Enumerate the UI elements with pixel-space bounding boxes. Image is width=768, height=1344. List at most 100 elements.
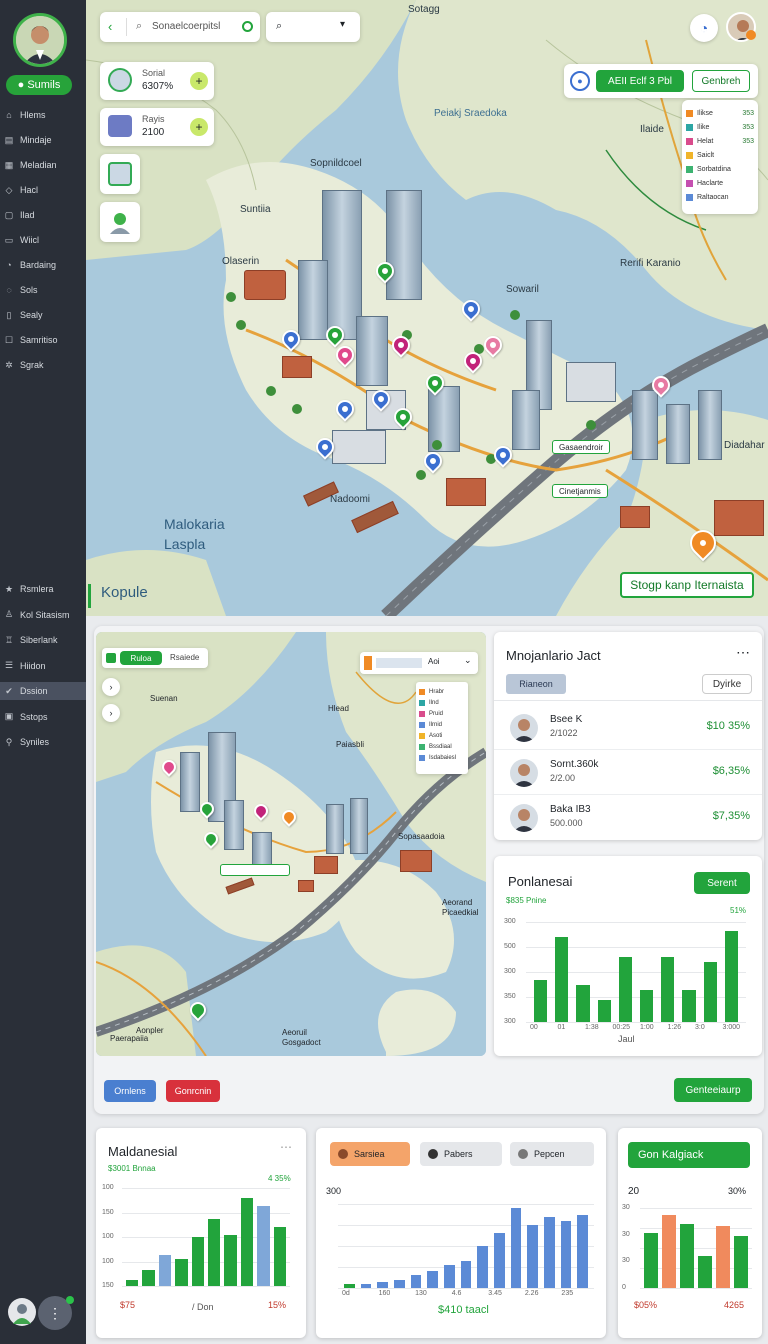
contact-button[interactable] — [100, 154, 140, 194]
zoom-button[interactable]: › — [102, 678, 120, 696]
chart-bar[interactable] — [494, 1233, 505, 1288]
chart-bar[interactable] — [410, 1275, 422, 1288]
search-bar[interactable]: ‹ ⌕ Sonaelcoerpitsl — [100, 12, 260, 42]
sidebar-item[interactable]: ▤ Mindaje — [4, 131, 82, 149]
chart-bar[interactable] — [597, 1000, 611, 1022]
help-avatar[interactable] — [8, 1298, 36, 1326]
add-icon[interactable]: + — [190, 72, 208, 90]
sidebar-item[interactable]: ▭ Wiicl — [4, 231, 82, 249]
chart-bar[interactable] — [477, 1246, 488, 1288]
chevron-down-icon[interactable]: ⌄ — [464, 655, 472, 666]
city-map[interactable]: Sotagg Peiakj Sraedoka Ilaide Sopnildcoe… — [86, 0, 768, 616]
online-button[interactable]: Ornlens — [104, 1080, 156, 1102]
chart-bar[interactable] — [444, 1264, 455, 1288]
legend-item[interactable]: Raltaocan — [686, 190, 754, 204]
mini-map[interactable]: Suenan Hlead Paiasbli Sopasaadoia Aeoran… — [96, 632, 486, 1056]
list-item[interactable]: Baka IB3 500.000 $7,35% — [494, 796, 762, 840]
tab-right[interactable]: Dyirke — [702, 674, 752, 694]
chart-bar[interactable] — [703, 962, 717, 1022]
filter-chip[interactable]: AEII Eclf 3 Pbl — [596, 70, 684, 92]
chart-bar[interactable] — [734, 1236, 748, 1288]
chart-bar[interactable] — [191, 1237, 204, 1286]
generate-report-button[interactable]: Genteeiaurp — [674, 1078, 752, 1102]
chart-bar[interactable] — [662, 1215, 676, 1288]
user-avatar[interactable] — [13, 13, 67, 67]
chart-bar[interactable] — [208, 1219, 221, 1286]
legend-item[interactable]: Ilrnid — [419, 719, 465, 730]
list-item[interactable]: Bsee K 2/1022 $10 35% — [494, 706, 762, 750]
chart-bar[interactable] — [640, 989, 654, 1022]
chart-bar[interactable] — [257, 1205, 270, 1286]
sidebar-item[interactable]: ★ Rsmlera — [4, 580, 82, 598]
chart-bar[interactable] — [460, 1260, 472, 1288]
chart-bar[interactable] — [240, 1197, 254, 1286]
chart-bar[interactable] — [544, 1216, 555, 1288]
filter-search[interactable]: ⌕ ▾ — [266, 12, 360, 42]
legend-item[interactable]: Ilikse 353 — [686, 106, 754, 120]
legend-item[interactable]: Pruid — [419, 708, 465, 719]
zoom-button[interactable]: › — [102, 704, 120, 722]
sidebar-item[interactable]: ▢ Ilad — [4, 206, 82, 224]
sidebar-item[interactable]: ▣ Sstops — [4, 708, 82, 726]
chart-bar[interactable] — [534, 979, 548, 1022]
route-tag[interactable]: Gasaendroir — [552, 440, 611, 454]
globe-icon[interactable]: ● — [570, 71, 590, 91]
chart-bar[interactable] — [680, 1224, 694, 1288]
sidebar-item[interactable]: ⌂ Hlems — [4, 106, 82, 124]
legend-item[interactable]: Bssdiaal — [419, 741, 465, 752]
sidebar-item[interactable]: ◔ Bardaing — [4, 256, 82, 274]
sidebar-item[interactable]: ☰ Hiidon — [4, 657, 82, 675]
sidebar-item[interactable]: ☐ Samritiso — [4, 331, 82, 349]
legend-item[interactable]: Ilike 353 — [686, 120, 754, 134]
add-icon[interactable]: + — [190, 118, 208, 136]
sidebar-item[interactable]: ◌ Sols — [4, 281, 82, 299]
sidebar-item[interactable]: ✲ Sgrak — [4, 356, 82, 374]
sidebar-item[interactable]: ▯ Sealy — [4, 306, 82, 324]
chart-bar[interactable] — [344, 1283, 355, 1288]
feedback-button[interactable]: Gon Kalgiack — [628, 1142, 750, 1168]
sidebar-item[interactable]: ▦ Meladian — [4, 156, 82, 174]
chart-select-button[interactable]: Serent — [694, 872, 750, 894]
sidebar-item[interactable]: ◇ Hacl — [4, 181, 82, 199]
sidebar-item[interactable]: ♙ Kol Sitasism — [4, 606, 82, 624]
legend-item[interactable]: Isdabaiesl — [419, 752, 465, 763]
chevron-down-icon[interactable]: ▾ — [340, 19, 345, 30]
chart-bar[interactable] — [716, 1225, 730, 1288]
chart-bar[interactable] — [724, 931, 738, 1022]
chart-bar[interactable] — [175, 1258, 188, 1286]
stat-card[interactable]: Sorial 6307% + — [100, 62, 214, 100]
legend-item[interactable]: Haclarte — [686, 176, 754, 190]
legend-item[interactable]: Asoti — [419, 730, 465, 741]
chart-bar[interactable] — [427, 1271, 438, 1288]
chart-bar[interactable] — [555, 937, 569, 1022]
chart-bar[interactable] — [577, 1214, 588, 1288]
chart-bar[interactable] — [377, 1281, 388, 1288]
sidebar-item[interactable]: ♖ Siberlank — [4, 631, 82, 649]
generate-button[interactable]: Genbreh — [692, 70, 750, 92]
chart-bar[interactable] — [682, 989, 696, 1022]
cancel-button[interactable]: Gonrcnin — [166, 1080, 220, 1102]
chart-bar[interactable] — [698, 1256, 712, 1288]
sidebar-item[interactable]: ⚲ Syniles — [4, 733, 82, 751]
route-tag[interactable]: Cinetjanmis — [552, 484, 608, 498]
mini-filter-bar[interactable]: Aoi ⌄ — [360, 652, 478, 674]
chart-bar[interactable] — [360, 1283, 372, 1288]
tab-pabers[interactable]: Pabers — [420, 1142, 502, 1166]
chart-bar[interactable] — [644, 1232, 658, 1288]
chart-bar[interactable] — [394, 1279, 405, 1288]
legend-item[interactable]: Helat 353 — [686, 134, 754, 148]
chart-bar[interactable] — [576, 985, 590, 1022]
tab-pepcen[interactable]: Pepcen — [510, 1142, 594, 1166]
map-chip[interactable]: Ruloa — [120, 651, 162, 665]
chart-bar[interactable] — [618, 957, 632, 1022]
chart-bar[interactable] — [142, 1270, 155, 1286]
stat-card[interactable]: Rayis 2100 + — [100, 108, 214, 146]
chart-bar[interactable] — [527, 1225, 538, 1288]
route-tag[interactable] — [220, 864, 290, 876]
chart-bar[interactable] — [158, 1254, 172, 1286]
chart-bar[interactable] — [126, 1280, 139, 1286]
legend-item[interactable]: Saiclt — [686, 148, 754, 162]
tab-sarsiea[interactable]: Sarsiea — [330, 1142, 410, 1166]
legend-item[interactable]: Hrabr — [419, 686, 465, 697]
tab-active[interactable]: Rianeon — [506, 674, 566, 694]
